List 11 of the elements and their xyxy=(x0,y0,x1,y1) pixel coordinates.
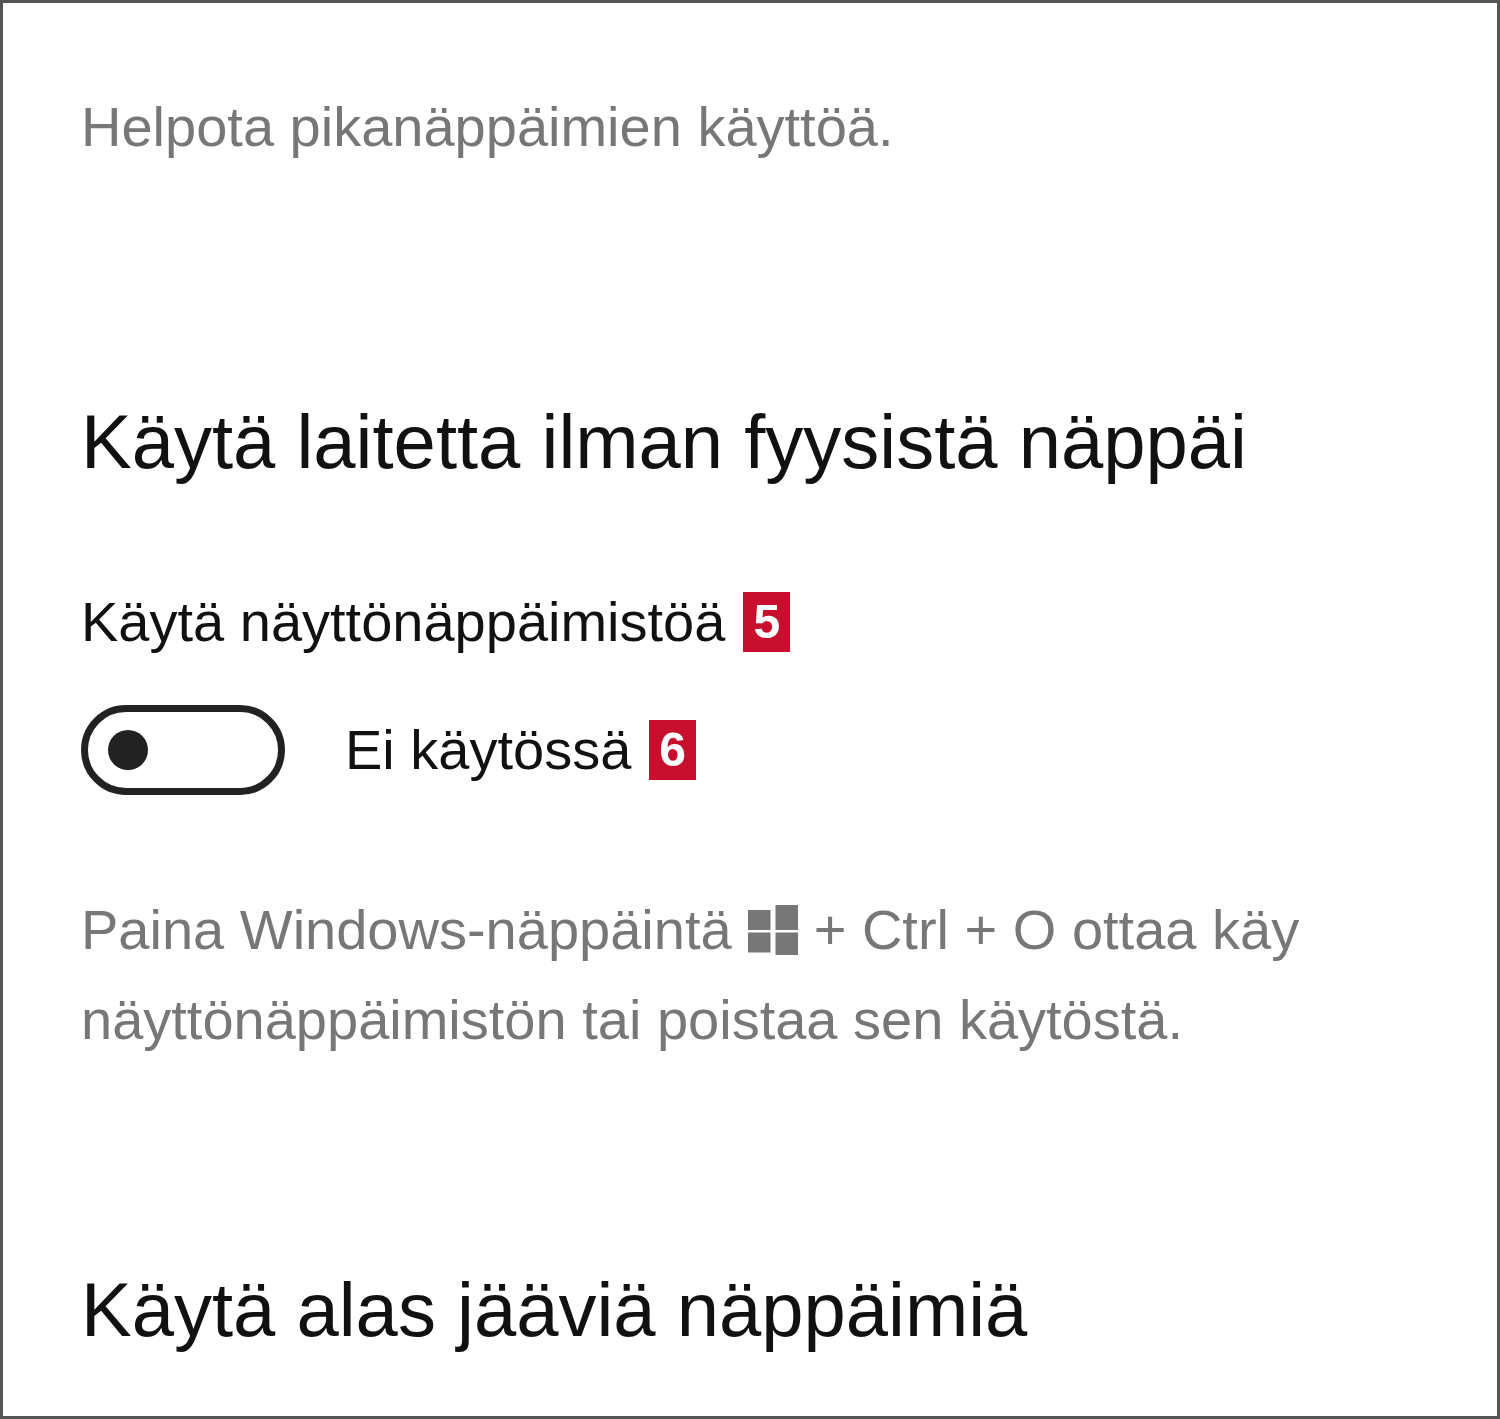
section-heading: Käytä alas jääviä näppäimiä xyxy=(81,1266,1029,1354)
description-text: Paina Windows-näppäintä xyxy=(81,897,732,963)
windows-logo-icon xyxy=(747,905,798,955)
description-text: näyttönäppäimistön tai poistaa sen käytöstä. xyxy=(81,987,1184,1053)
section-heading: Käytä laitetta ilman fyysistä näppäi xyxy=(81,398,1248,486)
description-text: + Ctrl + O ottaa käy xyxy=(813,897,1300,963)
toggle-state: Ei käytössä xyxy=(345,717,632,783)
intro-text: Helpota pikanäppäimien käyttöä. xyxy=(81,94,895,160)
number-badge: 5 xyxy=(743,592,791,652)
setting-label: Käytä näyttönäppäimistöä xyxy=(81,589,726,655)
number-badge: 6 xyxy=(649,720,697,780)
